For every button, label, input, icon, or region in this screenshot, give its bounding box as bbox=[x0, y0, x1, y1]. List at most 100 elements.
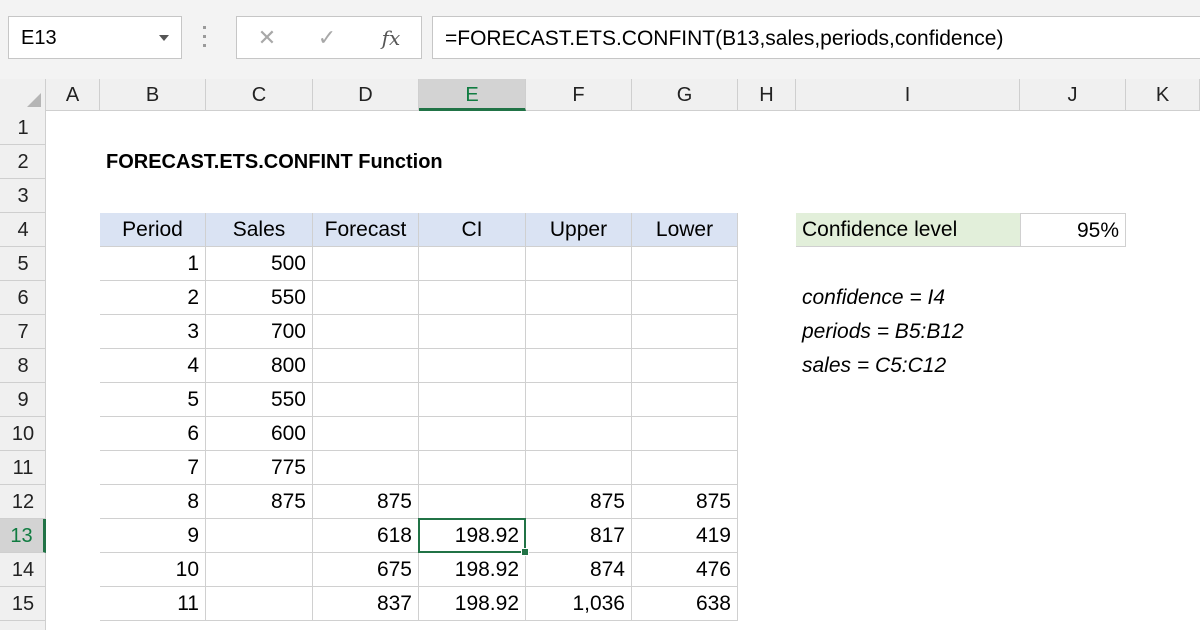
table-cell[interactable] bbox=[419, 383, 526, 417]
column-header-g[interactable]: G bbox=[632, 79, 738, 111]
name-box[interactable]: E13 bbox=[8, 16, 182, 59]
table-cell[interactable]: 675 bbox=[313, 553, 419, 587]
confidence-value[interactable]: 95% bbox=[1020, 213, 1126, 247]
table-cell[interactable] bbox=[419, 247, 526, 281]
row-header-6[interactable]: 6 bbox=[0, 281, 46, 315]
row-header-11[interactable]: 11 bbox=[0, 451, 46, 485]
table-cell[interactable]: 700 bbox=[206, 315, 313, 349]
table-cell[interactable] bbox=[526, 281, 632, 315]
table-cell[interactable]: 817 bbox=[526, 519, 632, 553]
table-cell[interactable]: 875 bbox=[632, 485, 738, 519]
row-header-2[interactable]: 2 bbox=[0, 145, 46, 179]
table-header-period[interactable]: Period bbox=[100, 213, 206, 247]
table-cell[interactable]: 9 bbox=[100, 519, 206, 553]
row-header-10[interactable]: 10 bbox=[0, 417, 46, 451]
table-cell[interactable]: 198.92 bbox=[419, 553, 526, 587]
table-cell[interactable] bbox=[526, 349, 632, 383]
row-header-15[interactable]: 15 bbox=[0, 587, 46, 621]
table-cell[interactable] bbox=[632, 315, 738, 349]
table-cell[interactable]: 11 bbox=[100, 587, 206, 621]
row-header-3[interactable]: 3 bbox=[0, 179, 46, 213]
column-header-k[interactable]: K bbox=[1126, 79, 1200, 111]
table-cell[interactable] bbox=[526, 451, 632, 485]
cancel-icon[interactable]: ✕ bbox=[247, 22, 287, 54]
table-header-ci[interactable]: CI bbox=[419, 213, 526, 247]
table-cell[interactable] bbox=[632, 247, 738, 281]
column-header-j[interactable]: J bbox=[1020, 79, 1126, 111]
table-cell[interactable]: 875 bbox=[313, 485, 419, 519]
table-cell[interactable]: 800 bbox=[206, 349, 313, 383]
table-cell[interactable] bbox=[313, 349, 419, 383]
table-header-sales[interactable]: Sales bbox=[206, 213, 313, 247]
table-cell[interactable] bbox=[313, 315, 419, 349]
table-cell[interactable]: 198.92 bbox=[419, 587, 526, 621]
row-header-8[interactable]: 8 bbox=[0, 349, 46, 383]
table-cell[interactable]: 3 bbox=[100, 315, 206, 349]
table-cell[interactable]: 874 bbox=[526, 553, 632, 587]
table-cell[interactable]: 1 bbox=[100, 247, 206, 281]
table-cell[interactable] bbox=[419, 281, 526, 315]
table-cell[interactable] bbox=[206, 553, 313, 587]
table-cell[interactable]: 837 bbox=[313, 587, 419, 621]
row-header-5[interactable]: 5 bbox=[0, 247, 46, 281]
table-header-forecast[interactable]: Forecast bbox=[313, 213, 419, 247]
column-header-a[interactable]: A bbox=[46, 79, 100, 111]
row-header-4[interactable]: 4 bbox=[0, 213, 46, 247]
table-cell[interactable] bbox=[526, 383, 632, 417]
enter-icon[interactable]: ✓ bbox=[307, 22, 347, 54]
table-cell[interactable]: 600 bbox=[206, 417, 313, 451]
table-cell[interactable]: 419 bbox=[632, 519, 738, 553]
table-cell[interactable]: 875 bbox=[526, 485, 632, 519]
table-cell[interactable] bbox=[419, 485, 526, 519]
confidence-label[interactable]: Confidence level bbox=[796, 213, 1020, 247]
select-all-button[interactable] bbox=[0, 79, 46, 111]
table-cell[interactable]: 10 bbox=[100, 553, 206, 587]
table-cell[interactable] bbox=[313, 451, 419, 485]
table-cell[interactable] bbox=[632, 281, 738, 315]
row-header-12[interactable]: 12 bbox=[0, 485, 46, 519]
table-cell[interactable] bbox=[206, 587, 313, 621]
column-header-e[interactable]: E bbox=[419, 79, 526, 111]
table-cell[interactable] bbox=[419, 349, 526, 383]
table-cell[interactable] bbox=[419, 451, 526, 485]
formula-input[interactable]: =FORECAST.ETS.CONFINT(B13,sales,periods,… bbox=[432, 16, 1200, 59]
table-cell[interactable] bbox=[206, 519, 313, 553]
table-cell[interactable] bbox=[313, 247, 419, 281]
table-cell[interactable]: 500 bbox=[206, 247, 313, 281]
table-cell[interactable]: 476 bbox=[632, 553, 738, 587]
table-cell[interactable] bbox=[313, 281, 419, 315]
row-header-7[interactable]: 7 bbox=[0, 315, 46, 349]
column-header-d[interactable]: D bbox=[313, 79, 419, 111]
row-header-13[interactable]: 13 bbox=[0, 519, 46, 553]
table-cell[interactable] bbox=[632, 349, 738, 383]
table-cell[interactable]: 618 bbox=[313, 519, 419, 553]
table-cell[interactable] bbox=[632, 417, 738, 451]
column-header-i[interactable]: I bbox=[796, 79, 1020, 111]
table-cell[interactable] bbox=[419, 315, 526, 349]
table-cell[interactable]: 5 bbox=[100, 383, 206, 417]
row-header-14[interactable]: 14 bbox=[0, 553, 46, 587]
fill-handle[interactable] bbox=[521, 548, 529, 556]
table-cell[interactable]: 2 bbox=[100, 281, 206, 315]
column-header-f[interactable]: F bbox=[526, 79, 632, 111]
table-cell[interactable]: 6 bbox=[100, 417, 206, 451]
chevron-down-icon[interactable] bbox=[159, 35, 169, 41]
column-header-c[interactable]: C bbox=[206, 79, 313, 111]
table-cell[interactable] bbox=[313, 417, 419, 451]
table-cell[interactable]: 550 bbox=[206, 281, 313, 315]
table-cell[interactable]: 550 bbox=[206, 383, 313, 417]
drag-handle-icon[interactable] bbox=[203, 26, 207, 50]
table-cell[interactable]: 775 bbox=[206, 451, 313, 485]
table-cell[interactable] bbox=[526, 247, 632, 281]
row-header-1[interactable]: 1 bbox=[0, 111, 46, 145]
table-cell[interactable]: 4 bbox=[100, 349, 206, 383]
table-cell[interactable] bbox=[632, 383, 738, 417]
row-header-9[interactable]: 9 bbox=[0, 383, 46, 417]
table-cell[interactable] bbox=[632, 451, 738, 485]
table-cell[interactable]: 8 bbox=[100, 485, 206, 519]
column-header-b[interactable]: B bbox=[100, 79, 206, 111]
column-header-h[interactable]: H bbox=[738, 79, 796, 111]
table-cell[interactable] bbox=[526, 315, 632, 349]
table-cell[interactable]: 7 bbox=[100, 451, 206, 485]
table-cell[interactable]: 1,036 bbox=[526, 587, 632, 621]
